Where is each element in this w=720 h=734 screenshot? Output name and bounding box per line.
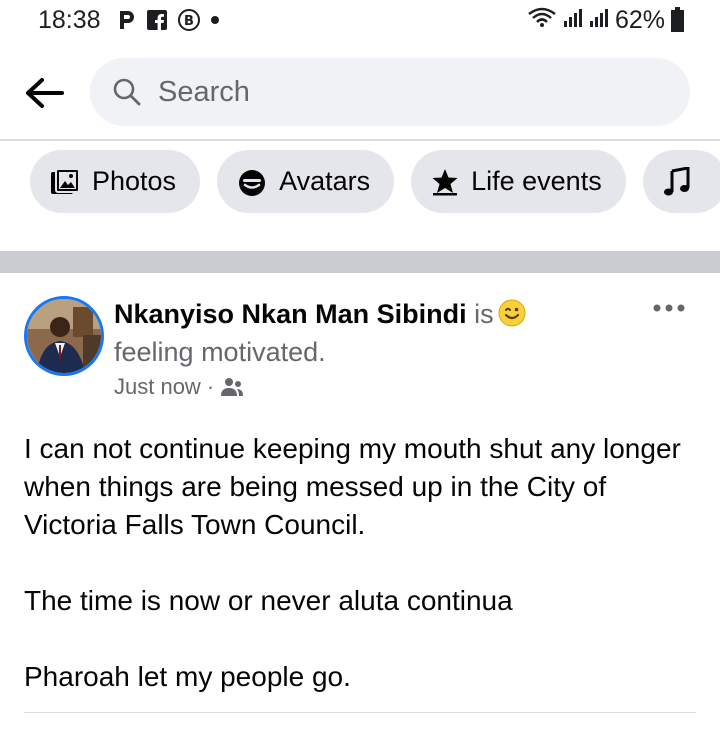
- status-time: 18:38: [38, 6, 101, 34]
- avatar[interactable]: [24, 296, 104, 376]
- more-options-button[interactable]: [652, 301, 686, 319]
- is-text: is: [474, 299, 494, 329]
- p-app-icon: [117, 9, 137, 31]
- author-name[interactable]: Nkanyiso Nkan Man Sibindi: [114, 299, 467, 329]
- status-bar: 18:38 B 62%: [0, 0, 720, 44]
- dot-icon: [210, 15, 220, 25]
- post-divider: [24, 712, 696, 713]
- post-header-text: Nkanyiso Nkan Man Sibindi is feeling mot…: [114, 297, 584, 369]
- section-separator: [0, 251, 720, 273]
- post-paragraph: The time is now or never aluta continua: [24, 585, 513, 616]
- post-body: I can not continue keeping my mouth shut…: [24, 430, 684, 734]
- back-arrow-icon: [26, 78, 64, 108]
- notification-icons: B: [117, 8, 220, 32]
- smiley-emoji-icon: [498, 299, 526, 335]
- header-divider: [0, 139, 720, 141]
- wifi-icon: [527, 6, 557, 35]
- post-paragraph: Pharoah let my people go.: [24, 661, 351, 692]
- friends-icon[interactable]: [220, 377, 244, 397]
- profile-photo: [27, 299, 101, 373]
- b-app-icon: B: [177, 8, 201, 32]
- avatar-face-icon: [239, 169, 266, 196]
- photos-icon: [51, 167, 80, 194]
- facebook-icon: [146, 9, 168, 31]
- star-icon: [432, 168, 458, 195]
- meta-separator: ·: [206, 374, 215, 399]
- more-horizontal-icon: [653, 304, 685, 312]
- chip-photos[interactable]: Photos: [30, 150, 201, 213]
- search-input[interactable]: Search: [90, 58, 690, 126]
- back-button[interactable]: [22, 70, 68, 116]
- post-paragraph: I can not continue keeping my mouth shut…: [24, 433, 681, 540]
- svg-text:B: B: [184, 14, 194, 29]
- chip-label: Photos: [92, 166, 177, 196]
- signal-1-icon: [563, 6, 583, 35]
- chip-life-events[interactable]: Life events: [411, 150, 626, 213]
- feeling-text[interactable]: feeling motivated.: [114, 337, 326, 367]
- post-time[interactable]: Just now: [114, 374, 201, 400]
- search-icon: [113, 78, 141, 106]
- search-header: Search: [0, 56, 720, 128]
- chip-avatars[interactable]: Avatars: [217, 150, 395, 213]
- battery-percent: 62%: [614, 6, 665, 34]
- status-right: 62%: [527, 6, 684, 35]
- music-note-icon: [663, 166, 690, 195]
- chip-label: Avatars: [279, 166, 371, 196]
- chip-music[interactable]: [642, 150, 720, 213]
- post-meta: Just now ·: [114, 374, 244, 400]
- filter-chips: Photos Avatars Life events: [30, 150, 720, 213]
- search-placeholder: Search: [158, 76, 250, 108]
- battery-icon: [671, 6, 684, 32]
- chip-label: Life events: [471, 166, 602, 196]
- signal-2-icon: [589, 6, 609, 35]
